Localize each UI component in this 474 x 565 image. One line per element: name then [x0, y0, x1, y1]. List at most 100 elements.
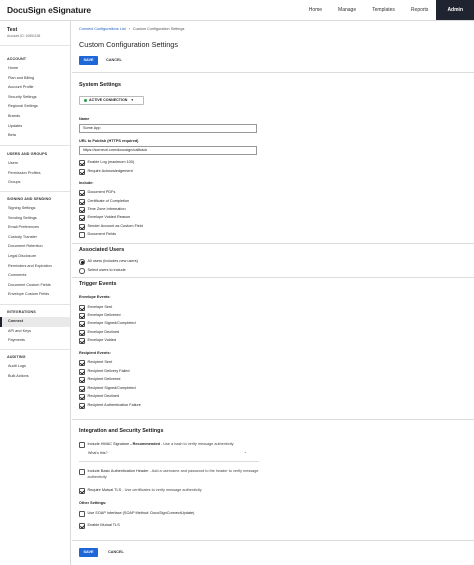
soap-interface-option[interactable]: Use SOAP Interface (SOAP Method: DocuSig…	[79, 511, 194, 517]
include-checkbox[interactable]	[79, 224, 85, 230]
sidebar-item-bulk-actions[interactable]: Bulk Actions	[0, 372, 70, 382]
sidebar-item-plan-and-billing[interactable]: Plan and Billing	[0, 74, 70, 84]
sidebar-item-home[interactable]: Home	[0, 64, 70, 74]
include-option[interactable]: Envelope Voided Reason	[79, 215, 130, 221]
require-acknowledgement-checkbox[interactable]	[79, 169, 85, 175]
sidebar-item-envelope-custom-fields[interactable]: Envelope Custom Fields	[0, 290, 70, 300]
nav-home[interactable]: Home	[301, 0, 330, 20]
cancel-button-bottom[interactable]: CANCEL	[108, 548, 124, 557]
envelope-event-checkbox[interactable]	[79, 321, 85, 327]
include-option[interactable]: Time Zone Information	[79, 207, 126, 213]
breadcrumb-link[interactable]: Connect Configurations List	[79, 27, 126, 31]
recipient-event-checkbox[interactable]	[79, 394, 85, 400]
connection-status-dropdown[interactable]: ACTIVE CONNECTION ▾	[79, 96, 144, 105]
recipient-event-checkbox[interactable]	[79, 386, 85, 392]
recipient-event-option[interactable]: Recipient Delivery Failed	[79, 369, 130, 375]
all-users-radio[interactable]	[79, 259, 85, 265]
envelope-event-option[interactable]: Envelope Declined	[79, 330, 119, 336]
sidebar-item-custody-transfer[interactable]: Custody Transfer	[0, 233, 70, 243]
include-option[interactable]: Certificate of Completion	[79, 199, 129, 205]
nav-admin[interactable]: Admin	[436, 0, 474, 20]
name-input[interactable]: Some App	[79, 124, 257, 133]
include-checkbox[interactable]	[79, 232, 85, 238]
nav-templates[interactable]: Templates	[364, 0, 403, 20]
include-option[interactable]: Document Fields	[79, 232, 116, 238]
connection-status-label: ACTIVE CONNECTION	[89, 98, 128, 102]
sidebar-item-sending-settings[interactable]: Sending Settings	[0, 214, 70, 224]
sidebar-item-legal-disclosure[interactable]: Legal Disclosure	[0, 252, 70, 262]
sidebar-item-comments[interactable]: Comments	[0, 271, 70, 281]
option-label: Envelope Delivered	[87, 313, 121, 317]
sidebar-item-audit-logs[interactable]: Audit Logs	[0, 362, 70, 372]
nav-reports[interactable]: Reports	[403, 0, 437, 20]
save-button[interactable]: SAVE	[79, 56, 98, 65]
section-title-trigger-events: Trigger Events	[79, 281, 117, 287]
include-checkbox[interactable]	[79, 215, 85, 221]
option-label: Recipient Signed/Completed	[87, 386, 136, 390]
chevron-down-icon[interactable]: ⌄	[244, 450, 247, 454]
sidebar-item-document-retention[interactable]: Document Retention	[0, 242, 70, 252]
recipient-event-checkbox[interactable]	[79, 369, 85, 375]
select-users-option[interactable]: Select users to include	[79, 268, 126, 274]
recipient-event-option[interactable]: Recipient Sent	[79, 360, 112, 366]
envelope-event-option[interactable]: Envelope Delivered	[79, 313, 120, 319]
app-logo[interactable]: DocuSign eSignature	[7, 5, 91, 15]
sidebar-item-signing-settings[interactable]: Signing Settings	[0, 204, 70, 214]
enable-log-checkbox[interactable]	[79, 160, 85, 166]
sidebar-item-brands[interactable]: Brands	[0, 112, 70, 122]
envelope-event-option[interactable]: Envelope Sent	[79, 305, 112, 311]
recipient-event-checkbox[interactable]	[79, 377, 85, 383]
recipient-event-option[interactable]: Recipient Declined	[79, 394, 119, 400]
envelope-event-option[interactable]: Envelope Voided	[79, 338, 116, 344]
include-checkbox[interactable]	[79, 199, 85, 205]
sidebar-item-api-and-keys[interactable]: API and Keys	[0, 327, 70, 337]
sidebar-item-regional-settings[interactable]: Regional Settings	[0, 102, 70, 112]
hmac-option[interactable]: Include HMAC Signature - Recommended - U…	[79, 442, 234, 448]
envelope-event-checkbox[interactable]	[79, 305, 85, 311]
sidebar-item-beta[interactable]: Beta	[0, 131, 70, 141]
envelope-event-checkbox[interactable]	[79, 313, 85, 319]
include-checkbox[interactable]	[79, 207, 85, 213]
mutual-tls-option[interactable]: Require Mutual TLS - Use certificates to…	[79, 488, 202, 494]
recipient-event-option[interactable]: Recipient Delivered	[79, 377, 120, 383]
mutual-tls-checkbox[interactable]	[79, 488, 85, 494]
include-option[interactable]: Sender Account as Custom Field	[79, 224, 143, 230]
recipient-event-option[interactable]: Recipient Signed/Completed	[79, 386, 136, 392]
recipient-event-option[interactable]: Recipient Authentication Failure	[79, 403, 141, 409]
sidebar-heading: USERS AND GROUPS	[7, 152, 48, 156]
sidebar-item-users[interactable]: Users	[0, 159, 70, 169]
sidebar-item-permission-profiles[interactable]: Permission Profiles	[0, 169, 70, 179]
recipient-event-checkbox[interactable]	[79, 403, 85, 409]
envelope-event-option[interactable]: Envelope Signed/Completed	[79, 321, 136, 327]
sidebar-item-groups[interactable]: Groups	[0, 178, 70, 188]
sidebar-item-security-settings[interactable]: Security Settings	[0, 93, 70, 103]
enable-mutual-tls-option[interactable]: Enable Mutual TLS	[79, 523, 120, 529]
basic-auth-checkbox[interactable]	[79, 469, 85, 475]
sidebar-item-reminders-and-expiration[interactable]: Reminders and Expiration	[0, 262, 70, 272]
sidebar-item-document-custom-fields[interactable]: Document Custom Fields	[0, 281, 70, 291]
sidebar-item-updates[interactable]: Updates	[0, 122, 70, 132]
envelope-event-checkbox[interactable]	[79, 338, 85, 344]
include-option[interactable]: Document PDFs	[79, 190, 115, 196]
sidebar-item-account-profile[interactable]: Account Profile	[0, 83, 70, 93]
hmac-checkbox[interactable]	[79, 442, 85, 448]
enable-log-option[interactable]: Enable Log (maximum 100)	[79, 160, 134, 166]
enable-mutual-tls-checkbox[interactable]	[79, 523, 85, 529]
url-input[interactable]: https://someurl.com/docusign/callback	[79, 146, 257, 155]
recipient-event-checkbox[interactable]	[79, 360, 85, 366]
save-button-bottom[interactable]: SAVE	[79, 548, 98, 557]
whats-this-link[interactable]: What's this?	[88, 451, 107, 455]
sidebar-item-connect[interactable]: Connect	[0, 317, 70, 327]
require-acknowledgement-option[interactable]: Require Acknowledgement	[79, 169, 133, 175]
option-label: Require Acknowledgement	[87, 169, 133, 173]
select-users-radio[interactable]	[79, 268, 85, 274]
all-users-option[interactable]: All users (includes new users)	[79, 259, 138, 265]
include-checkbox[interactable]	[79, 190, 85, 196]
nav-manage[interactable]: Manage	[330, 0, 364, 20]
cancel-button[interactable]: CANCEL	[106, 56, 122, 65]
sidebar-item-payments[interactable]: Payments	[0, 336, 70, 346]
sidebar-item-email-preferences[interactable]: Email Preferences	[0, 223, 70, 233]
soap-interface-checkbox[interactable]	[79, 511, 85, 517]
basic-auth-option[interactable]: Include Basic Authentication Header - Ad…	[79, 469, 274, 481]
envelope-event-checkbox[interactable]	[79, 330, 85, 336]
